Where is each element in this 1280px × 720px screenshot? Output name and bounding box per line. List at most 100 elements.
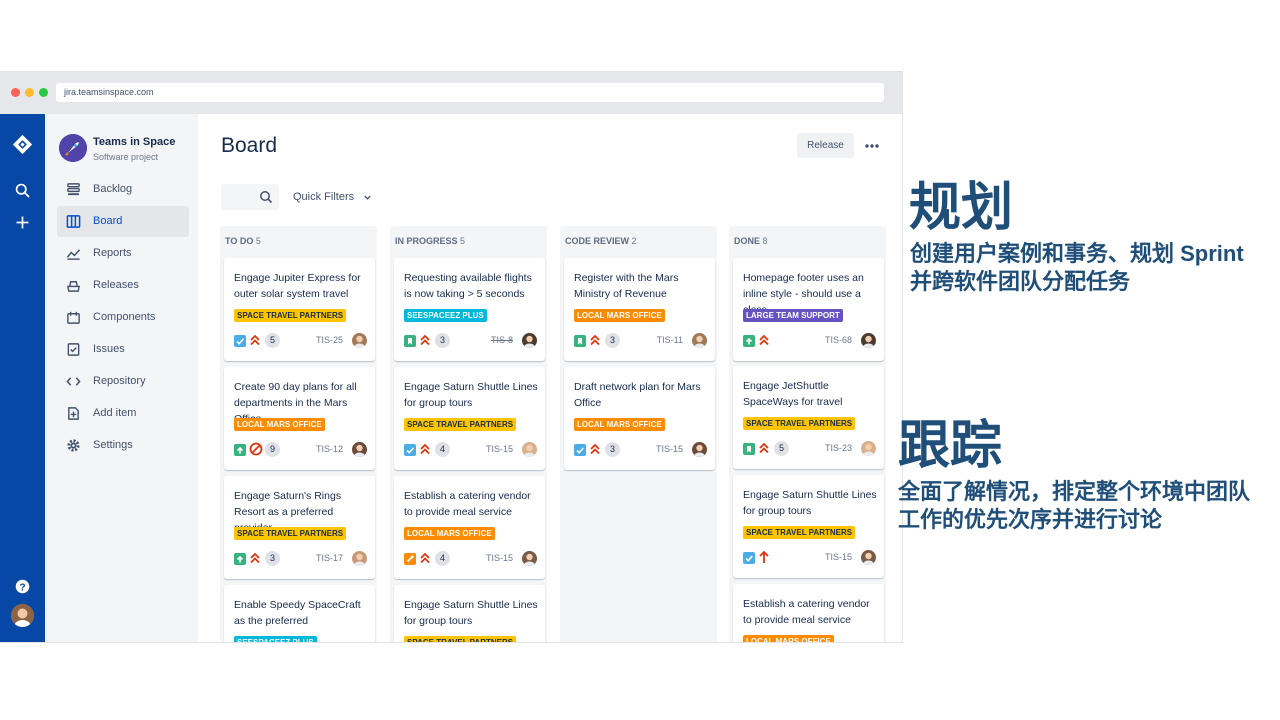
- issue-card[interactable]: Homepage footer uses an inline style - s…: [733, 258, 884, 361]
- issue-card[interactable]: Engage Saturn's Rings Resort as a prefer…: [224, 476, 375, 579]
- issue-card[interactable]: Establish a catering vendor to provide m…: [394, 476, 545, 579]
- search-icon[interactable]: [14, 182, 31, 199]
- assignee-avatar[interactable]: [692, 442, 707, 457]
- column-name: TO DO: [225, 236, 254, 246]
- high-priority-icon: [758, 441, 770, 455]
- assignee-avatar[interactable]: [352, 333, 367, 348]
- sidebar-item-components[interactable]: Components: [57, 302, 189, 333]
- components-icon: [67, 311, 80, 324]
- chevron-down-icon[interactable]: [363, 193, 372, 202]
- issue-card[interactable]: Draft network plan for Mars Office LOCAL …: [564, 367, 715, 470]
- reports-icon: [66, 249, 81, 260]
- issue-card[interactable]: Engage JetShuttle SpaceWays for travel SP…: [733, 366, 884, 469]
- issue-key[interactable]: TIS-17: [316, 553, 343, 563]
- issue-key[interactable]: TIS-15: [825, 552, 852, 562]
- epic-label[interactable]: LOCAL MARS OFFICE: [404, 527, 495, 540]
- page-title: Board: [221, 134, 278, 157]
- blocker-priority-icon: [249, 442, 263, 456]
- high-priority-icon: [419, 551, 431, 565]
- issue-title: Engage Saturn Shuttle Lines for group to…: [404, 381, 538, 409]
- user-avatar[interactable]: [11, 604, 34, 627]
- issue-key[interactable]: TIS-15: [486, 444, 513, 454]
- issue-key[interactable]: TIS-15: [486, 553, 513, 563]
- project-name[interactable]: Teams in Space: [93, 136, 175, 148]
- issue-card[interactable]: Engage Saturn Shuttle Lines for group to…: [394, 585, 545, 642]
- create-plus-icon[interactable]: [14, 214, 31, 231]
- issue-title: Draft network plan for Mars Office: [574, 381, 701, 409]
- project-avatar-rocket-icon[interactable]: [59, 134, 87, 162]
- repository-icon: [66, 377, 81, 386]
- epic-label[interactable]: LOCAL MARS OFFICE: [574, 309, 665, 322]
- issue-card[interactable]: Engage Jupiter Express for outer solar s…: [224, 258, 375, 361]
- jira-logo-icon[interactable]: [12, 134, 33, 155]
- issue-card[interactable]: Engage Saturn Shuttle Lines for group to…: [733, 475, 884, 578]
- epic-label[interactable]: SEESPACEEZ PLUS: [234, 636, 317, 642]
- issue-key[interactable]: TIS-12: [316, 444, 343, 454]
- sidebar-item-releases[interactable]: Releases: [57, 270, 189, 301]
- assignee-avatar[interactable]: [861, 550, 876, 565]
- sidebar-item-board[interactable]: Board: [57, 206, 189, 237]
- issue-title: Engage Saturn Shuttle Lines for group to…: [404, 599, 538, 627]
- assignee-avatar[interactable]: [352, 442, 367, 457]
- epic-label[interactable]: LOCAL MARS OFFICE: [743, 635, 834, 642]
- epic-label[interactable]: SEESPACEEZ PLUS: [404, 309, 487, 322]
- epic-label[interactable]: SPACE TRAVEL PARTNERS: [743, 526, 856, 539]
- issue-key[interactable]: TIS-68: [825, 335, 852, 345]
- issue-title: Enable Speedy SpaceCraft as the preferre…: [234, 599, 361, 627]
- sidebar-item-settings[interactable]: Settings: [57, 430, 189, 461]
- issue-key[interactable]: TIS-8: [491, 335, 513, 345]
- maximize-window-button[interactable]: [39, 88, 48, 97]
- story-type-icon: [743, 442, 755, 455]
- assignee-avatar[interactable]: [352, 551, 367, 566]
- board-search-input[interactable]: [221, 184, 279, 210]
- more-options-icon[interactable]: [861, 136, 883, 156]
- assignee-avatar[interactable]: [692, 333, 707, 348]
- epic-label[interactable]: SPACE TRAVEL PARTNERS: [404, 418, 517, 431]
- assignee-avatar[interactable]: [522, 551, 537, 566]
- jira-app: ? Teams in Space Software project Backlo…: [0, 114, 902, 642]
- epic-label[interactable]: SPACE TRAVEL PARTNERS: [234, 309, 347, 322]
- issue-card[interactable]: Enable Speedy SpaceCraft as the preferre…: [224, 585, 375, 642]
- address-bar[interactable]: jira.teamsinspace.com: [56, 83, 884, 102]
- sidebar-item-issues[interactable]: Issues: [57, 334, 189, 365]
- board-column: IN PROGRESS 5 Requesting available flight…: [390, 226, 547, 642]
- minimize-window-button[interactable]: [25, 88, 34, 97]
- card-footer: TIS-15: [743, 550, 876, 565]
- story-points-badge: 4: [435, 551, 450, 566]
- sidebar-item-reports[interactable]: Reports: [57, 238, 189, 269]
- story-points-badge: 3: [435, 333, 450, 348]
- epic-label[interactable]: LOCAL MARS OFFICE: [574, 418, 665, 431]
- svg-text:?: ?: [19, 582, 25, 593]
- issue-card[interactable]: Establish a catering vendor to provide m…: [733, 584, 884, 642]
- browser-chrome: jira.teamsinspace.com: [0, 72, 902, 114]
- assignee-avatar[interactable]: [522, 442, 537, 457]
- issue-card[interactable]: Requesting available flights is now taki…: [394, 258, 545, 361]
- assignee-avatar[interactable]: [861, 441, 876, 456]
- help-icon[interactable]: ?: [14, 578, 31, 595]
- sidebar-item-add-item[interactable]: Add item: [57, 398, 189, 429]
- sidebar-item-repository[interactable]: Repository: [57, 366, 189, 397]
- epic-label[interactable]: SPACE TRAVEL PARTNERS: [234, 527, 347, 540]
- issue-key[interactable]: TIS-15: [656, 444, 683, 454]
- releases-icon: [67, 281, 80, 292]
- close-window-button[interactable]: [11, 88, 20, 97]
- issue-key[interactable]: TIS-23: [825, 443, 852, 453]
- issue-card[interactable]: Register with the Mars Ministry of Reven…: [564, 258, 715, 361]
- epic-label[interactable]: SPACE TRAVEL PARTNERS: [743, 417, 856, 430]
- issue-key[interactable]: TIS-25: [316, 335, 343, 345]
- quick-filters-dropdown[interactable]: Quick Filters: [293, 191, 354, 203]
- epic-label[interactable]: LOCAL MARS OFFICE: [234, 418, 325, 431]
- epic-label[interactable]: LARGE TEAM SUPPORT: [743, 309, 843, 322]
- board-column: TO DO 5 Engage Jupiter Express for outer …: [220, 226, 377, 642]
- assignee-avatar[interactable]: [861, 333, 876, 348]
- issue-key[interactable]: TIS-11: [657, 335, 683, 345]
- epic-label[interactable]: SPACE TRAVEL PARTNERS: [404, 636, 517, 642]
- sidebar-item-backlog[interactable]: Backlog: [57, 174, 189, 205]
- assignee-avatar[interactable]: [522, 333, 537, 348]
- high-priority-icon: [249, 551, 261, 565]
- story-points-badge: 3: [605, 333, 620, 348]
- column-name: DONE: [734, 236, 761, 246]
- issue-card[interactable]: Engage Saturn Shuttle Lines for group to…: [394, 367, 545, 470]
- issue-card[interactable]: Create 90 day plans for all departments …: [224, 367, 375, 470]
- release-button[interactable]: Release: [797, 133, 854, 158]
